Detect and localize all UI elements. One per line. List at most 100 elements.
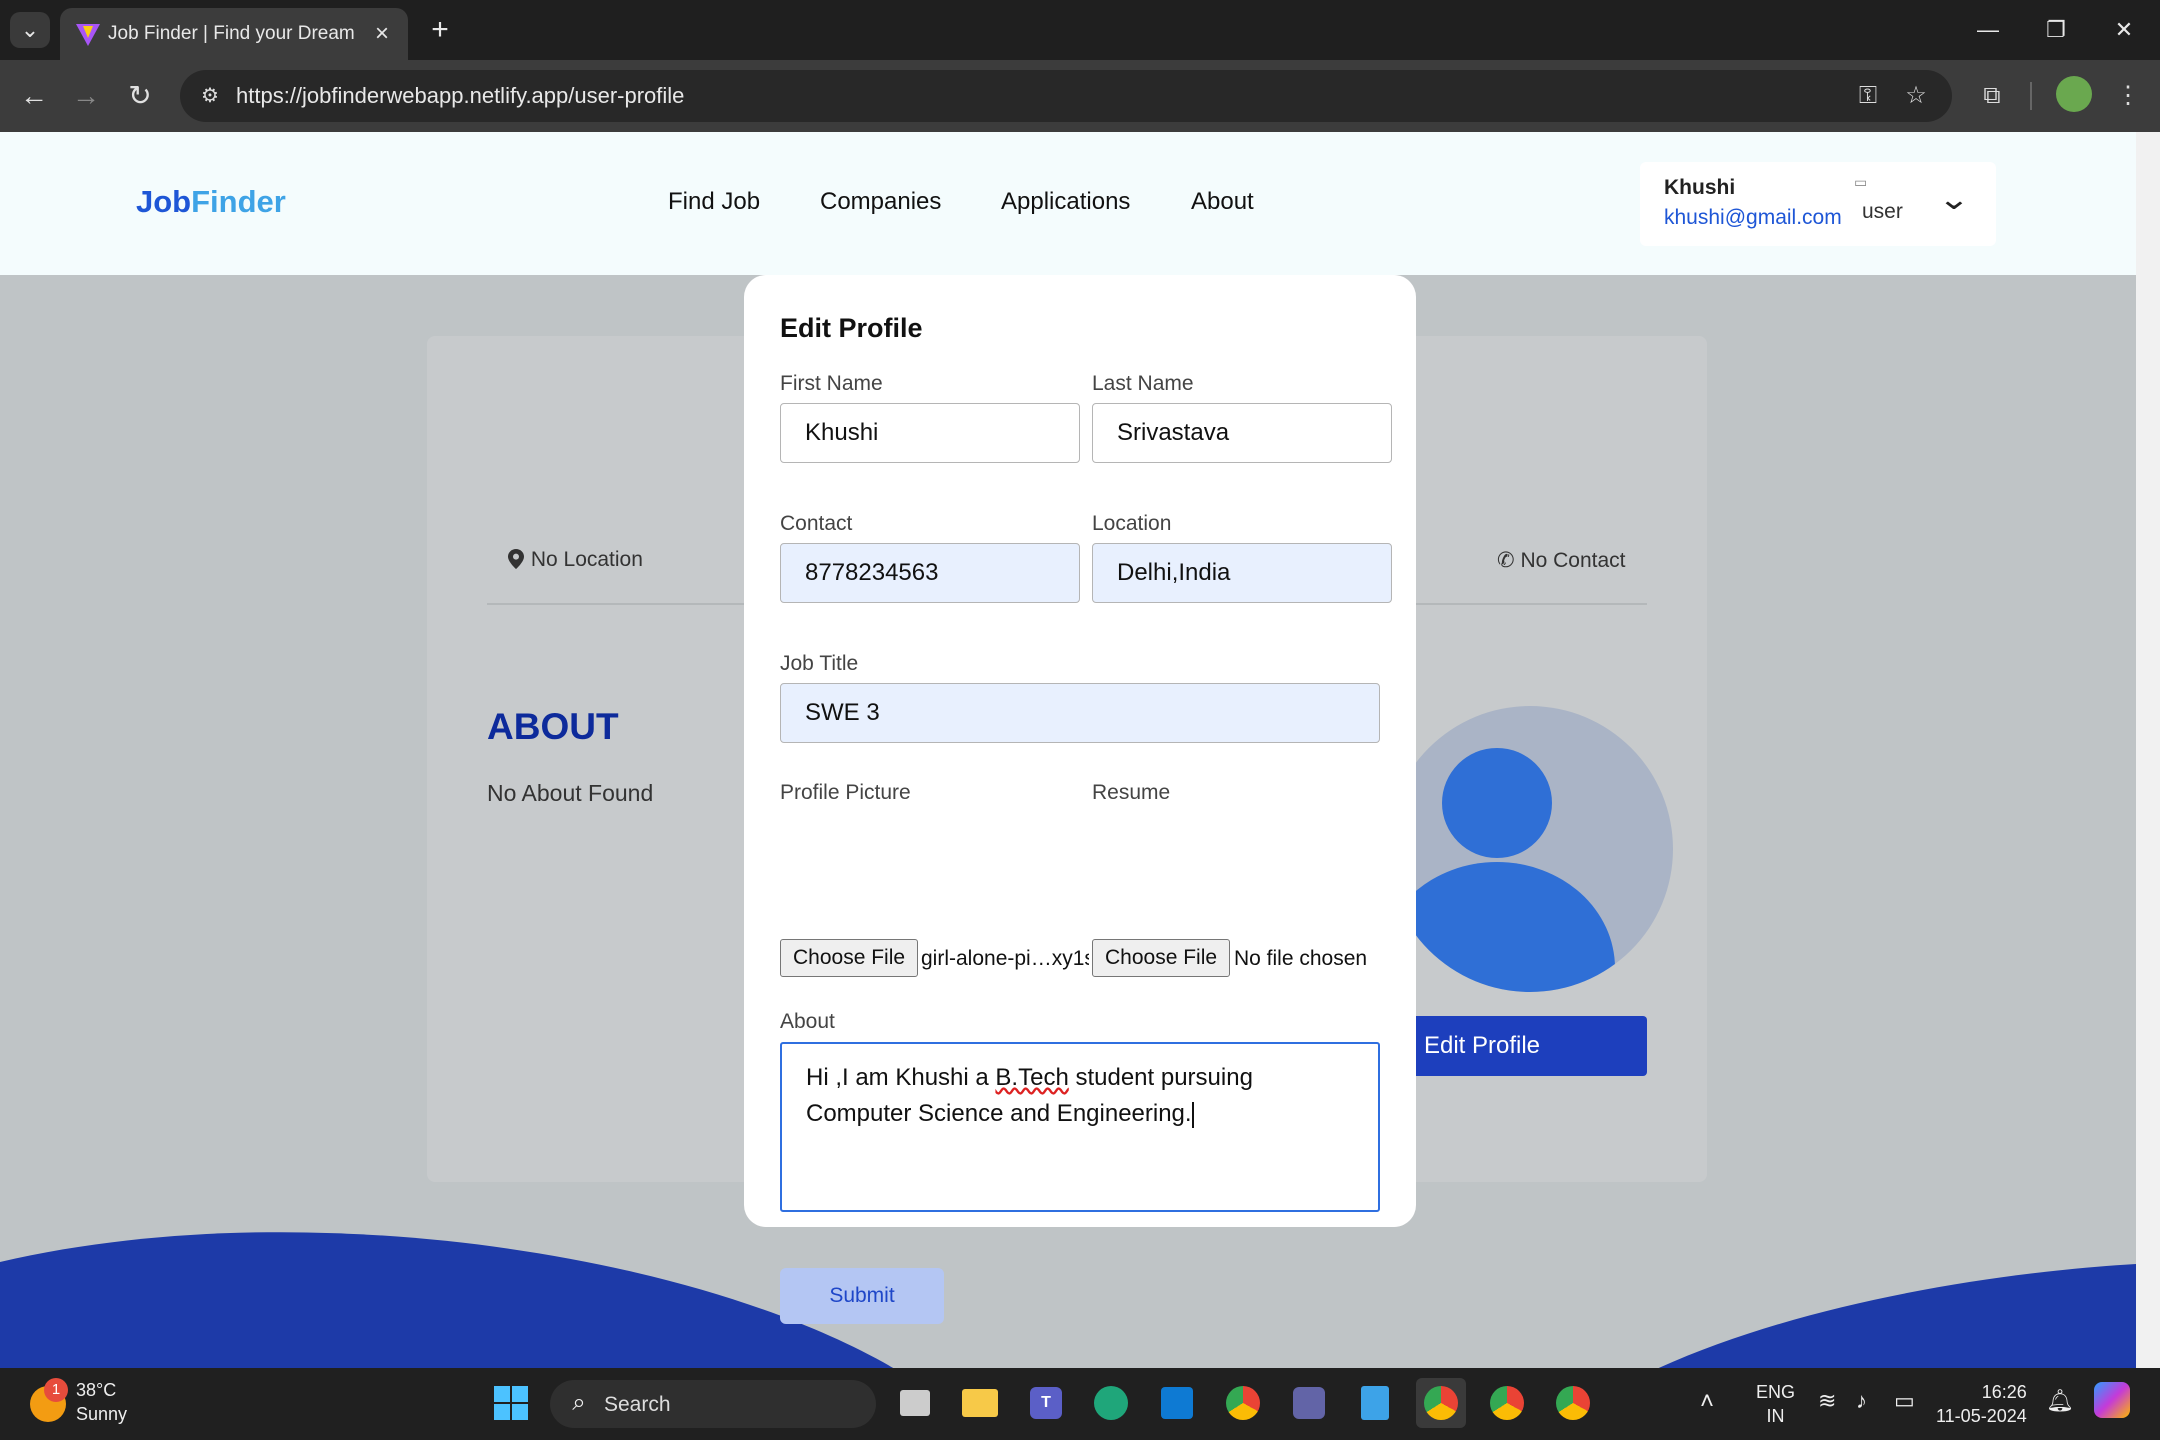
wifi-icon[interactable]: ≋ — [1818, 1388, 1836, 1414]
region-code: IN — [1766, 1406, 1785, 1426]
profile-avatar-icon[interactable] — [2056, 76, 2092, 112]
language-indicator[interactable]: ENG IN — [1756, 1380, 1795, 1428]
page-scrollbar[interactable] — [2136, 132, 2160, 1368]
user-menu[interactable]: Khushi khushi@gmail.com ▭ user ⌄ — [1640, 162, 1996, 246]
notepad-icon[interactable] — [1350, 1378, 1400, 1428]
location-input[interactable]: Delhi,India — [1092, 543, 1392, 603]
about-text-part: student pursuing — [1068, 1064, 1253, 1091]
clock-time: 16:26 — [1981, 1382, 2027, 1402]
default-avatar-icon — [1387, 706, 1673, 992]
chrome-profile-2-icon[interactable] — [1482, 1378, 1532, 1428]
toolbar-divider — [2030, 82, 2032, 110]
star-icon[interactable]: ☆ — [1898, 78, 1934, 114]
tab-list-icon[interactable]: ⌄ — [10, 12, 50, 48]
site-logo[interactable]: JobFinder — [136, 184, 286, 220]
file-explorer-icon[interactable] — [955, 1378, 1005, 1428]
last-name-input[interactable]: Srivastava — [1092, 403, 1392, 463]
resume-label: Resume — [1092, 781, 1171, 804]
weather-badge: 1 — [44, 1378, 68, 1402]
text-caret — [1191, 1101, 1194, 1128]
copilot-icon[interactable] — [2094, 1382, 2130, 1418]
edge-icon[interactable] — [1086, 1378, 1136, 1428]
last-name-label: Last Name — [1092, 372, 1194, 395]
restore-icon[interactable]: ❐ — [2026, 8, 2086, 52]
minimize-icon[interactable]: — — [1958, 8, 2018, 52]
site-info-icon[interactable]: ⚙ — [192, 78, 228, 114]
nav-applications[interactable]: Applications — [1001, 188, 1130, 216]
plus-icon[interactable]: + — [420, 10, 460, 50]
location-text: No Location — [530, 548, 643, 571]
user-email: khushi@gmail.com — [1664, 206, 1842, 229]
first-name-label: First Name — [780, 372, 883, 395]
taskbar-search[interactable]: ⌕ Search — [550, 1380, 876, 1428]
browser-tab-strip: ⌄ Job Finder | Find your Dream Jo × + — … — [0, 0, 2160, 60]
avatar-alt-text: user — [1862, 200, 1903, 223]
edit-profile-modal: Edit Profile First Name Khushi Last Name… — [744, 275, 1416, 1324]
chrome-profile-3-icon[interactable] — [1548, 1378, 1598, 1428]
close-window-icon[interactable]: ✕ — [2094, 8, 2154, 52]
extensions-icon[interactable]: ⧉ — [1970, 74, 2014, 118]
nav-companies[interactable]: Companies — [820, 188, 941, 216]
first-name-input[interactable]: Khushi — [780, 403, 1080, 463]
teams-icon[interactable]: T — [1021, 1378, 1071, 1428]
windows-start-icon[interactable] — [486, 1378, 536, 1428]
browser-toolbar: ← → ↻ ⚙ https://jobfinderwebapp.netlify.… — [0, 60, 2160, 132]
location-info: No Location — [507, 548, 643, 572]
vite-favicon-icon — [76, 24, 100, 46]
weather-temperature: 38°C — [76, 1380, 117, 1400]
nav-find-job[interactable]: Find Job — [668, 188, 760, 216]
back-icon[interactable]: ← — [12, 74, 56, 118]
logo-text-job: Job — [136, 184, 192, 219]
contact-info: ✆ No Contact — [1497, 548, 1626, 573]
contact-text: No Contact — [1520, 549, 1626, 572]
more-menu-icon[interactable]: ⋮ — [2106, 74, 2150, 118]
bell-icon[interactable]: 🔔︎ — [2046, 1388, 2074, 1414]
location-label: Location — [1092, 512, 1172, 535]
contact-input[interactable]: 8778234563 — [780, 543, 1080, 603]
chevron-up-icon[interactable]: ˄ — [1700, 1388, 1714, 1416]
user-avatar: ▭ user — [1854, 174, 1903, 224]
contact-label: Contact — [780, 512, 853, 535]
nav-about[interactable]: About — [1191, 188, 1254, 216]
about-heading: ABOUT — [487, 706, 619, 747]
modal-title: Edit Profile — [780, 313, 923, 343]
url-text[interactable]: https://jobfinderwebapp.netlify.app/user… — [236, 83, 684, 109]
resume-filename: No file chosen — [1234, 947, 1368, 970]
password-key-icon[interactable]: ⚿ — [1850, 78, 1886, 114]
close-icon[interactable]: × — [368, 20, 396, 48]
taskbar-clock[interactable]: 16:26 11-05-2024 — [1936, 1380, 2027, 1428]
logo-text-finder: Finder — [191, 184, 286, 219]
web-page: JobFinder Find Job Companies Application… — [0, 132, 2136, 1368]
profile-picture-filename: girl-alone-pi…xy1s — [921, 947, 1089, 970]
chrome-profile-1-icon[interactable] — [1416, 1378, 1466, 1428]
broken-image-icon: ▭ — [1854, 174, 1868, 190]
task-view-icon[interactable] — [890, 1378, 940, 1428]
chrome-icon[interactable] — [1218, 1378, 1268, 1428]
map-pin-icon — [508, 549, 524, 569]
about-text-part: Hi ,I am Khushi a — [806, 1064, 996, 1091]
profile-picture-choose-button[interactable]: Choose File — [780, 939, 919, 977]
browser-tab[interactable]: Job Finder | Find your Dream Jo × — [60, 8, 408, 60]
teams-classic-icon[interactable] — [1284, 1378, 1334, 1428]
site-navbar: JobFinder Find Job Companies Application… — [0, 132, 2136, 275]
chevron-down-icon[interactable]: ⌄ — [1931, 182, 1978, 218]
about-text: No About Found — [487, 780, 654, 806]
job-title-input[interactable]: SWE 3 — [780, 683, 1380, 743]
battery-icon[interactable]: ▭ — [1894, 1388, 1915, 1414]
phone-icon: ✆ — [1497, 549, 1515, 572]
volume-icon[interactable]: ♪ — [1856, 1388, 1867, 1414]
submit-button[interactable]: Submit — [780, 1268, 944, 1324]
search-placeholder: Search — [604, 1393, 671, 1416]
vscode-icon[interactable] — [1152, 1378, 1202, 1428]
profile-picture-label: Profile Picture — [780, 781, 911, 804]
user-name: Khushi — [1664, 176, 1736, 199]
footer-wave — [0, 1232, 2136, 1368]
forward-icon[interactable]: → — [64, 74, 108, 118]
about-textarea[interactable]: Hi ,I am Khushi a B.Tech student pursuin… — [780, 1042, 1380, 1212]
reload-icon[interactable]: ↻ — [118, 74, 162, 118]
address-bar[interactable]: ⚙ https://jobfinderwebapp.netlify.app/us… — [180, 70, 1952, 122]
misspelled-word: B.Tech — [995, 1064, 1069, 1091]
language-code: ENG — [1756, 1382, 1796, 1402]
resume-choose-button[interactable]: Choose File — [1092, 939, 1231, 977]
about-label: About — [780, 1010, 835, 1033]
